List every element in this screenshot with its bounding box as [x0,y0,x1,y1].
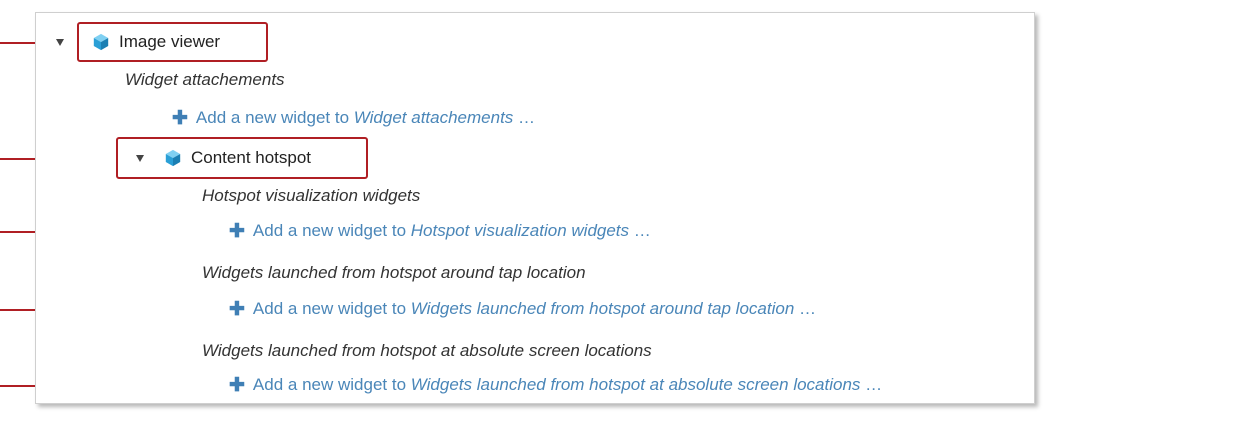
add-link-target: Widgets launched from hotspot around tap… [410,299,795,318]
add-link-prefix: Add a new widget to [252,375,411,394]
cube-icon [165,149,181,167]
node-label-content-hotspot: Content hotspot [191,148,312,167]
add-widget-link-attachements[interactable]: ✚ Add a new widget to Widget attachement… [172,106,535,130]
add-link-prefix: Add a new widget to [252,221,411,240]
section-label-hotspot-visualization: Hotspot visualization widgets [202,186,421,205]
plus-icon: ✚ [172,107,188,129]
stage: Image viewer Widget attachements ✚ Add a… [0,0,1236,432]
cube-icon [93,33,109,51]
add-widget-link-absolute-screen[interactable]: ✚ Add a new widget to Widgets launched f… [229,373,882,397]
section-label-absolute-screen: Widgets launched from hotspot at absolut… [202,341,652,360]
add-widget-link-around-tap[interactable]: ✚ Add a new widget to Widgets launched f… [229,297,816,321]
expand-triangle-icon[interactable] [136,154,144,162]
add-link-target: Widgets launched from hotspot at absolut… [410,375,861,394]
tree-node-image-viewer[interactable]: Image viewer [56,30,220,54]
add-link-target: Hotspot visualization widgets [410,221,630,240]
section-label-widget-attachements: Widget attachements [125,70,285,89]
add-link-suffix: … [629,221,651,240]
expand-triangle-icon[interactable] [56,38,64,46]
add-link-prefix: Add a new widget to [252,299,411,318]
node-label-image-viewer: Image viewer [119,32,221,51]
plus-icon: ✚ [229,220,245,242]
add-link-prefix: Add a new widget to [195,108,354,127]
plus-icon: ✚ [229,298,245,320]
add-link-suffix: … [794,299,817,318]
add-link-suffix: … [860,375,883,394]
plus-icon: ✚ [229,374,245,396]
add-link-suffix: … [513,108,536,127]
tree-node-content-hotspot[interactable]: Content hotspot [136,146,311,170]
section-label-around-tap: Widgets launched from hotspot around tap… [202,263,586,282]
add-widget-link-hotspot-visualization[interactable]: ✚ Add a new widget to Hotspot visualizat… [229,219,651,243]
add-link-target: Widget attachements [353,108,514,127]
